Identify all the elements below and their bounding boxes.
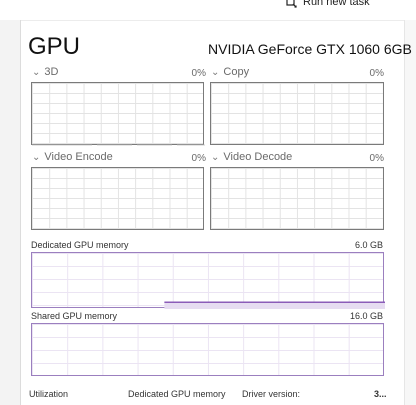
engine-percent: 0% xyxy=(191,68,206,79)
graph-3d-plot xyxy=(32,144,205,146)
shared-memory-max: 16.0 GB xyxy=(349,311,383,321)
gpu-model-name: NVIDIA GeForce GTX 1060 6GB xyxy=(208,41,412,57)
run-new-task-button[interactable]: Run new task xyxy=(286,0,370,8)
engine-percent: 0% xyxy=(369,153,384,164)
engine-label: Copy xyxy=(223,66,250,78)
driver-version-label: Driver version: xyxy=(242,389,301,399)
engine-selector-copy[interactable]: ⌄ Copy xyxy=(211,66,249,78)
dedicated-memory-graph xyxy=(31,252,385,309)
chevron-down-icon: ⌄ xyxy=(211,152,220,163)
chevron-down-icon: ⌄ xyxy=(32,67,41,78)
engine-percent: 0% xyxy=(369,68,384,79)
run-task-label: Run new task xyxy=(303,0,370,8)
shared-memory-label: Shared GPU memory xyxy=(31,311,118,321)
page-title: GPU xyxy=(28,33,81,60)
dedicated-memory-label: Dedicated GPU memory xyxy=(31,240,129,250)
sidebar-strip xyxy=(0,20,21,405)
engine-percent: 0% xyxy=(191,153,206,164)
engine-selector-video-decode[interactable]: ⌄ Video Decode xyxy=(211,151,292,163)
shared-memory-graph xyxy=(31,323,384,376)
utilization-label: Utilization xyxy=(29,389,69,399)
graph-3d xyxy=(31,82,205,146)
graph-copy xyxy=(210,82,384,145)
scrollbar[interactable] xyxy=(404,20,416,405)
engine-selector-video-encode[interactable]: ⌄ Video Encode xyxy=(32,151,113,163)
dedicated-memory-plot xyxy=(164,301,385,309)
chevron-down-icon: ⌄ xyxy=(211,67,220,78)
chevron-down-icon: ⌄ xyxy=(32,152,41,163)
dedicated-memory-footer-label: Dedicated GPU memory xyxy=(128,389,226,399)
driver-version-value: 3... xyxy=(374,389,387,399)
engine-label: 3D xyxy=(44,66,59,78)
graph-video-encode xyxy=(31,167,204,230)
engine-label: Video Encode xyxy=(44,151,113,163)
dedicated-memory-usage-fill xyxy=(164,302,385,309)
engine-label: Video Decode xyxy=(223,151,293,163)
dedicated-memory-max: 6.0 GB xyxy=(354,240,383,250)
graph-video-decode xyxy=(210,167,384,230)
engine-selector-3d[interactable]: ⌄ 3D xyxy=(32,66,58,78)
run-task-icon xyxy=(286,0,297,8)
